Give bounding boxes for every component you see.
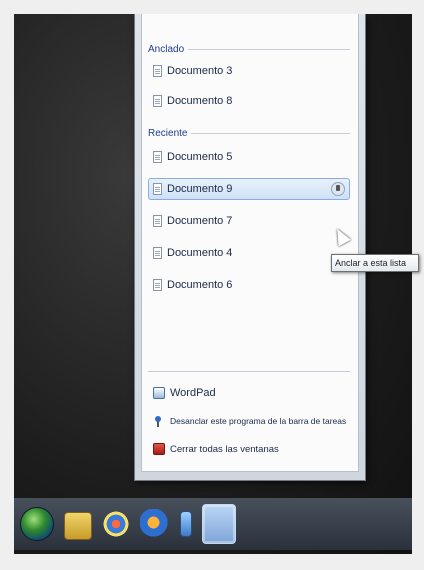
document-icon — [153, 215, 162, 227]
document-icon — [153, 183, 162, 195]
document-icon — [153, 65, 162, 77]
taskbar — [14, 498, 412, 550]
wordpad-icon — [153, 387, 165, 399]
jump-list: Anclado Documento 3 Documento 8 Reciente… — [134, 14, 366, 481]
tasks-divider — [148, 371, 350, 372]
pinned-item-documento-3[interactable]: Documento 3 — [148, 60, 350, 82]
task-unpin-program[interactable]: Desanclar este programa de la barra de t… — [148, 410, 350, 432]
recent-item-documento-4[interactable]: Documento 4 — [148, 242, 350, 264]
task-label: Desanclar este programa de la barra de t… — [170, 416, 347, 426]
item-label: Documento 7 — [167, 215, 233, 227]
jump-list-panel: Anclado Documento 3 Documento 8 Reciente… — [141, 14, 359, 472]
task-close-all-windows[interactable]: Cerrar todas las ventanas — [148, 438, 350, 460]
task-label: WordPad — [170, 387, 216, 399]
pinned-header-label: Anclado — [148, 43, 185, 55]
recent-item-documento-6[interactable]: Documento 6 — [148, 274, 350, 296]
recent-item-documento-5[interactable]: Documento 5 — [148, 146, 350, 168]
item-label: Documento 3 — [167, 65, 233, 77]
document-icon — [153, 151, 162, 163]
unpin-icon — [153, 415, 165, 427]
task-wordpad[interactable]: WordPad — [148, 382, 350, 404]
item-label: Documento 6 — [167, 279, 233, 291]
document-icon — [153, 279, 162, 291]
desktop-background: Anclado Documento 3 Documento 8 Reciente… — [14, 14, 412, 554]
media-player-icon[interactable] — [140, 509, 170, 539]
pinned-section-header: Anclado — [148, 42, 350, 56]
recent-item-documento-7[interactable]: Documento 7 — [148, 210, 350, 232]
recent-item-documento-9[interactable]: Documento 9 — [148, 178, 350, 200]
item-label: Documento 8 — [167, 95, 233, 107]
item-label: Documento 5 — [167, 151, 233, 163]
pin-tooltip: Anclar a esta lista — [331, 254, 419, 272]
item-label: Documento 4 — [167, 247, 233, 259]
task-label: Cerrar todas las ventanas — [170, 443, 279, 455]
pinned-item-documento-8[interactable]: Documento 8 — [148, 90, 350, 112]
pin-icon[interactable] — [331, 182, 345, 196]
paint-icon[interactable] — [102, 509, 130, 539]
start-button[interactable] — [20, 507, 54, 541]
close-window-icon — [153, 443, 165, 455]
recent-section-header: Reciente — [148, 126, 350, 140]
wordpad-taskbar-button[interactable] — [202, 504, 236, 544]
item-label: Documento 9 — [167, 183, 233, 195]
document-icon — [153, 247, 162, 259]
section-divider — [188, 48, 350, 50]
notepad-icon[interactable] — [180, 511, 192, 537]
section-divider — [191, 132, 350, 134]
recent-header-label: Reciente — [148, 127, 188, 139]
document-icon — [153, 95, 162, 107]
explorer-icon[interactable] — [64, 512, 92, 540]
